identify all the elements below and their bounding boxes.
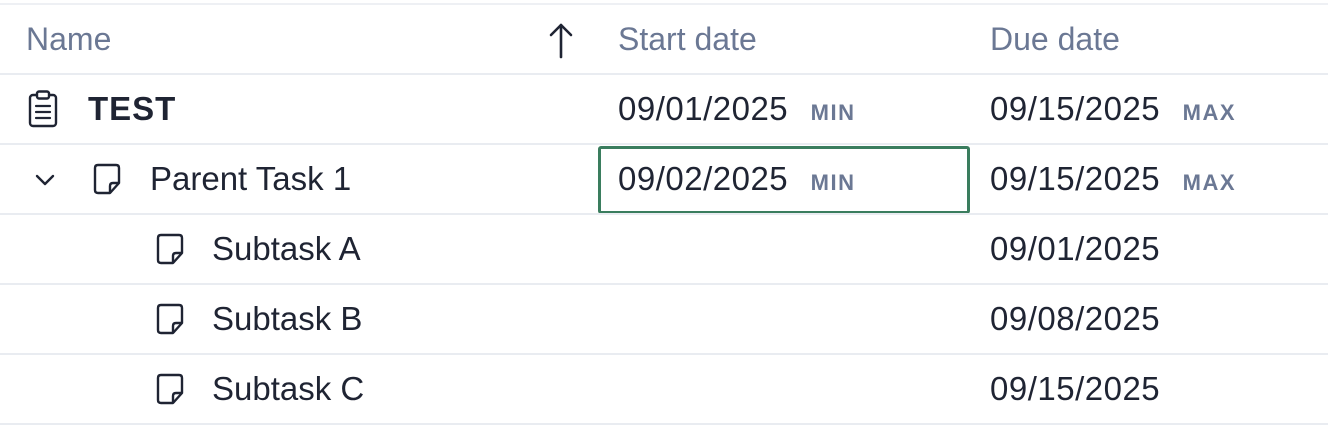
task-name[interactable]: Subtask C [212, 355, 364, 423]
start-date-value: 09/01/2025 [618, 90, 789, 127]
arrow-up-icon[interactable] [546, 21, 576, 59]
max-badge: MAX [1182, 170, 1237, 195]
task-name[interactable]: Parent Task 1 [150, 145, 351, 213]
due-date-cell[interactable]: 09/15/2025 MAX [990, 75, 1236, 143]
start-date-cell[interactable]: 09/02/2025 MIN [618, 145, 855, 213]
due-date-value: 09/01/2025 [990, 230, 1161, 267]
table-header: Name Start date Due date [0, 5, 1328, 75]
column-header-start-date[interactable]: Start date [618, 5, 757, 73]
task-table: Name Start date Due date TEST 09/01/2025… [0, 0, 1328, 428]
table-row[interactable]: Subtask B 09/08/2025 [0, 285, 1328, 355]
max-badge: MAX [1182, 100, 1237, 125]
due-date-cell[interactable]: 09/08/2025 [990, 285, 1160, 353]
note-icon [156, 303, 184, 335]
due-date-cell[interactable]: 09/01/2025 [990, 215, 1160, 283]
note-icon [156, 233, 184, 265]
start-date-cell[interactable]: 09/01/2025 MIN [618, 75, 855, 143]
due-date-cell[interactable]: 09/15/2025 MAX [990, 145, 1236, 213]
column-header-due-date[interactable]: Due date [990, 5, 1120, 73]
table-row[interactable]: TEST 09/01/2025 MIN 09/15/2025 MAX [0, 75, 1328, 145]
note-icon [93, 163, 121, 195]
note-icon [156, 373, 184, 405]
task-name[interactable]: TEST [88, 75, 176, 143]
column-header-name[interactable]: Name [26, 5, 111, 73]
row-divider [0, 423, 1328, 425]
start-date-value: 09/02/2025 [618, 160, 789, 197]
due-date-cell[interactable]: 09/15/2025 [990, 355, 1160, 423]
clipboard-icon [28, 90, 58, 128]
due-date-value: 09/15/2025 [990, 160, 1161, 197]
chevron-down-icon[interactable] [34, 169, 56, 191]
task-name[interactable]: Subtask A [212, 215, 361, 283]
table-row[interactable]: Subtask C 09/15/2025 [0, 355, 1328, 425]
table-row[interactable]: Subtask A 09/01/2025 [0, 215, 1328, 285]
min-badge: MIN [810, 100, 856, 125]
min-badge: MIN [810, 170, 856, 195]
table-row[interactable]: Parent Task 1 09/02/2025 MIN 09/15/2025 … [0, 145, 1328, 215]
due-date-value: 09/15/2025 [990, 370, 1161, 407]
task-name[interactable]: Subtask B [212, 285, 362, 353]
due-date-value: 09/15/2025 [990, 90, 1161, 127]
due-date-value: 09/08/2025 [990, 300, 1161, 337]
